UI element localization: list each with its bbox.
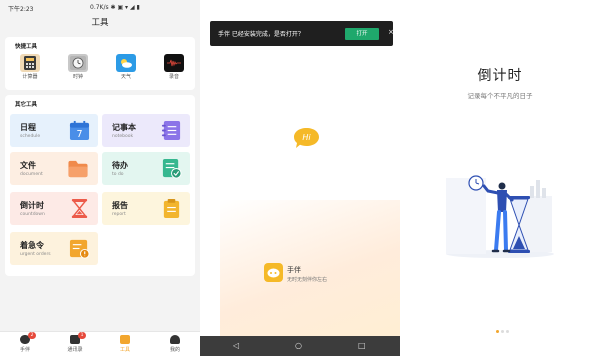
- report-icon: [163, 198, 180, 219]
- toast-open-button[interactable]: 打开: [345, 28, 379, 40]
- tile-name: 着急令: [20, 241, 44, 250]
- todo-icon: [162, 158, 182, 179]
- tab-badge: 2: [28, 332, 36, 339]
- tile-name: 日程: [20, 123, 36, 132]
- splash-screen: 手伴 已经安装完成，是否打开？ 打开 × Hi 手伴 无时无刻伴你左右 ◁ ○ …: [200, 0, 400, 356]
- quick-tool-label: 时钟: [72, 74, 83, 80]
- tile-name: 报告: [112, 201, 128, 210]
- tool-tile-report[interactable]: 报告 report: [102, 192, 190, 225]
- install-complete-toast: 手伴 已经安装完成，是否打开？ 打开 ×: [210, 21, 394, 46]
- tool-tile-document[interactable]: 文件 document: [10, 152, 98, 185]
- tab-badge: 1: [78, 332, 86, 339]
- tile-name: 记事本: [112, 123, 136, 132]
- status-time: 下午2:23: [8, 6, 34, 13]
- tool-tile-notebook[interactable]: 记事本 notebook: [102, 114, 190, 147]
- tab-tools[interactable]: 工具: [105, 335, 145, 353]
- app-slogan: 无时无刻伴你左右: [287, 277, 328, 283]
- page-dot-active: [496, 330, 499, 333]
- page-dot: [501, 330, 504, 333]
- calendar-day-number: 7: [76, 129, 82, 140]
- tab-contacts[interactable]: 1 通讯录: [55, 332, 95, 353]
- tool-tile-schedule[interactable]: 日程 schedule 7: [10, 114, 98, 147]
- back-icon[interactable]: ◁: [233, 341, 239, 350]
- tile-subtitle: report: [112, 212, 126, 217]
- tool-tile-urgent-orders[interactable]: 着急令 urgent orders: [10, 232, 98, 265]
- bottom-tab-bar: 2 手伴 1 通讯录 工具 我的: [0, 331, 200, 356]
- app-logo-icon: [264, 263, 283, 282]
- page-title: 倒计时: [477, 68, 523, 84]
- calculator-icon: [20, 54, 40, 72]
- tile-name: 待办: [112, 161, 128, 170]
- calendar-icon: 7: [69, 120, 90, 140]
- status-indicators: 0.7K/s ✱ ▣ ▾ ◢ ▮: [90, 4, 140, 11]
- tools-grid-icon: [120, 335, 130, 344]
- contacts-icon: 1: [70, 332, 86, 344]
- toast-message: 手伴 已经安装完成，是否打开？: [218, 31, 304, 38]
- recorder-icon: [164, 54, 184, 72]
- quick-tool-label: 计算器: [22, 74, 38, 80]
- hourglass-icon: [71, 198, 88, 219]
- tile-subtitle: urgent orders: [20, 252, 51, 257]
- other-tools-title: 其它工具: [15, 102, 38, 108]
- tile-name: 倒计时: [20, 201, 44, 210]
- notebook-icon: [161, 120, 181, 141]
- quick-tools-title: 快捷工具: [15, 44, 38, 50]
- quick-tool-label: 录音: [168, 74, 179, 80]
- close-icon[interactable]: ×: [388, 28, 394, 36]
- tool-tile-countdown[interactable]: 倒计时 countdown: [10, 192, 98, 225]
- urgent-icon: [69, 239, 90, 259]
- recent-apps-icon[interactable]: □: [358, 341, 366, 350]
- quick-tool-label: 天气: [120, 74, 131, 80]
- weather-icon: [116, 54, 136, 72]
- tab-shouban[interactable]: 2 手伴: [5, 332, 45, 353]
- tile-subtitle: schedule: [20, 134, 41, 139]
- tab-label: 工具: [119, 347, 130, 353]
- screenshot-stage: 下午2:23 0.7K/s ✱ ▣ ▾ ◢ ▮ 工具 快捷工具 计算器 时钟 天…: [0, 0, 600, 356]
- system-nav-bar: ◁ ○ □: [200, 336, 400, 356]
- tile-subtitle: to do: [112, 172, 124, 177]
- other-tools-card: 其它工具 日程 schedule 7 记事本 notebook 文件 docum…: [5, 95, 195, 276]
- hi-text: Hi: [302, 133, 311, 142]
- home-icon[interactable]: ○: [295, 341, 302, 350]
- quick-tool-weather[interactable]: 天气: [111, 54, 141, 80]
- tile-subtitle: notebook: [112, 134, 134, 139]
- tab-profile[interactable]: 我的: [155, 335, 195, 353]
- person-icon: [170, 335, 180, 344]
- hi-speech-bubble-icon: Hi: [294, 128, 319, 148]
- page-dot: [506, 330, 509, 333]
- clock-icon: [68, 54, 88, 72]
- folder-icon: [68, 160, 88, 178]
- quick-tool-clock[interactable]: 时钟: [63, 54, 93, 80]
- tab-label: 手伴: [19, 347, 30, 353]
- chat-bubble-icon: 2: [20, 332, 36, 344]
- tool-tile-todo[interactable]: 待办 to do: [102, 152, 190, 185]
- tile-subtitle: countdown: [20, 212, 45, 217]
- page-title: 工具: [91, 18, 109, 28]
- tile-subtitle: document: [20, 172, 43, 177]
- quick-tools-card: 快捷工具 计算器 时钟 天气 录音: [5, 37, 195, 90]
- page-subtitle: 记录每个不平凡的日子: [467, 92, 533, 100]
- page-indicator: [496, 318, 511, 337]
- tab-label: 通讯录: [67, 347, 83, 353]
- background-gradient: [220, 200, 400, 340]
- tab-label: 我的: [169, 347, 180, 353]
- countdown-illustration: [446, 175, 554, 258]
- app-name: 手伴: [287, 266, 301, 274]
- quick-tool-recorder[interactable]: 录音: [159, 54, 189, 80]
- tools-screen: 下午2:23 0.7K/s ✱ ▣ ▾ ◢ ▮ 工具 快捷工具 计算器 时钟 天…: [0, 0, 200, 356]
- tile-name: 文件: [20, 161, 36, 170]
- countdown-intro-screen: 倒计时 记录每个不平凡的日子: [400, 0, 600, 356]
- quick-tool-calculator[interactable]: 计算器: [15, 54, 45, 80]
